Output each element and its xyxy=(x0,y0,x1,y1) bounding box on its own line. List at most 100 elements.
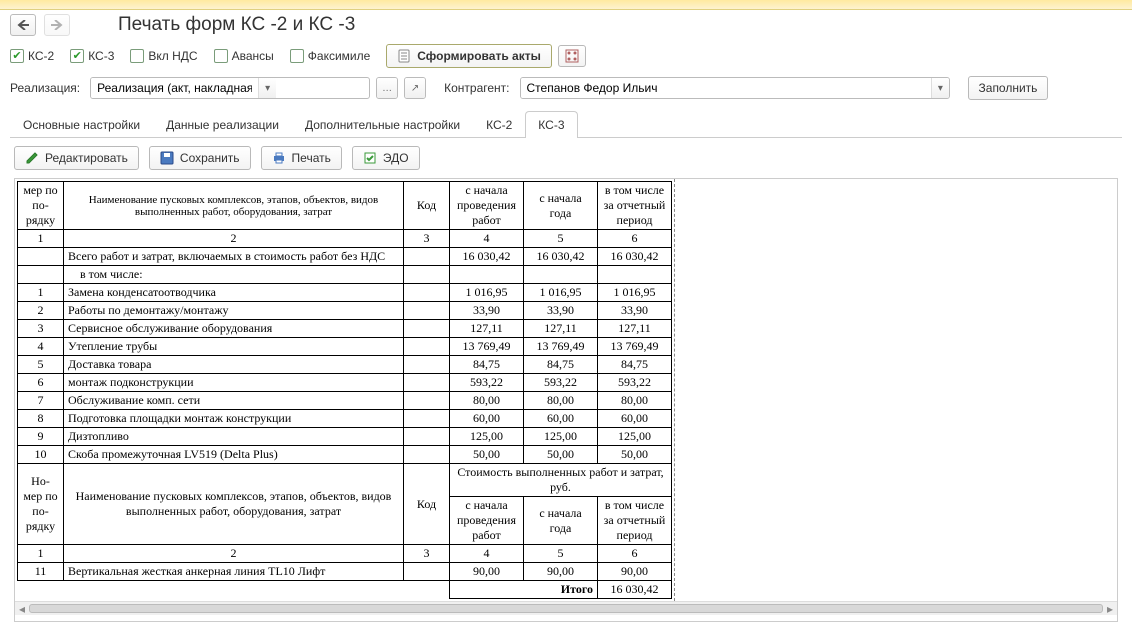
scroll-right-icon[interactable]: ▸ xyxy=(1103,602,1117,615)
counterparty-input[interactable] xyxy=(521,78,932,98)
page-title: Печать форм КС -2 и КС -3 xyxy=(118,14,355,36)
table-cell: 5 xyxy=(18,356,64,374)
table-cell: Стоимость выполненных работ и затрат, ру… xyxy=(450,464,672,497)
table-cell: 2 xyxy=(18,302,64,320)
table-cell: 16 030,42 xyxy=(598,248,672,266)
table-cell: 11 xyxy=(18,563,64,581)
checkbox-ks3[interactable]: КС-3 xyxy=(70,49,114,63)
tab-кс-3[interactable]: КС-3 xyxy=(525,111,577,138)
table-cell: 1 016,95 xyxy=(450,284,524,302)
table-cell: Код xyxy=(404,182,450,230)
table-cell: 90,00 xyxy=(598,563,672,581)
table-cell: с начала года xyxy=(524,497,598,545)
table-cell: 60,00 xyxy=(450,410,524,428)
counterparty-combo[interactable]: ▾ xyxy=(520,77,950,99)
checkbox-label: КС-2 xyxy=(28,49,54,63)
table-cell: 84,75 xyxy=(450,356,524,374)
generate-button[interactable]: Сформировать акты xyxy=(386,44,552,68)
checkbox-label: КС-3 xyxy=(88,49,114,63)
print-button[interactable]: Печать xyxy=(261,146,342,170)
table-cell: с начала проведения работ xyxy=(450,182,524,230)
pencil-icon xyxy=(25,151,39,165)
table-cell: 125,00 xyxy=(450,428,524,446)
edit-button[interactable]: Редактировать xyxy=(14,146,139,170)
edo-button[interactable]: ЭДО xyxy=(352,146,420,170)
table-cell: 16 030,42 xyxy=(598,581,672,599)
table-cell: Работы по демонтажу/монтажу xyxy=(64,302,404,320)
document-area[interactable]: мер попо-рядкуНаименование пусковых комп… xyxy=(14,178,1118,622)
open-icon: ↗ xyxy=(405,78,425,98)
table-cell: 3 xyxy=(18,320,64,338)
table-cell xyxy=(404,338,450,356)
horizontal-scrollbar[interactable]: ◂ ▸ xyxy=(15,601,1117,615)
table-cell: 125,00 xyxy=(524,428,598,446)
save-button[interactable]: Сохранить xyxy=(149,146,251,170)
dropdown-button[interactable]: ▾ xyxy=(258,78,276,98)
table-cell: Сервисное обслуживание оборудования xyxy=(64,320,404,338)
table-cell: 60,00 xyxy=(598,410,672,428)
open-button[interactable]: ↗ xyxy=(404,77,426,99)
button-label: ЭДО xyxy=(383,151,409,165)
table-cell: Замена конденсатоотводчика xyxy=(64,284,404,302)
forward-button[interactable] xyxy=(44,14,70,36)
table-cell: Скоба промежуточная LV519 (Delta Plus) xyxy=(64,446,404,464)
table-cell: Дизтопливо xyxy=(64,428,404,446)
table-cell: Наименование пусковых комплексов, этапов… xyxy=(64,464,404,545)
realization-combo[interactable]: ▾ xyxy=(90,77,370,99)
fill-button[interactable]: Заполнить xyxy=(968,76,1049,100)
table-cell: с начала года xyxy=(524,182,598,230)
table-cell: 1 016,95 xyxy=(598,284,672,302)
button-label: Сохранить xyxy=(180,151,240,165)
table-cell: 125,00 xyxy=(598,428,672,446)
table-cell: 50,00 xyxy=(450,446,524,464)
dropdown-button[interactable]: ▾ xyxy=(931,78,948,98)
button-label: Сформировать акты xyxy=(417,49,541,63)
table-cell: 90,00 xyxy=(450,563,524,581)
table-cell: 127,11 xyxy=(524,320,598,338)
table-cell: 1 xyxy=(18,230,64,248)
table-cell xyxy=(404,563,450,581)
table-cell: 4 xyxy=(450,230,524,248)
tab-кс-2[interactable]: КС-2 xyxy=(473,111,525,138)
selection-row: Реализация: ▾ … ↗ Контрагент: ▾ Заполнит… xyxy=(0,72,1132,104)
table-cell xyxy=(404,284,450,302)
table-cell: 33,90 xyxy=(450,302,524,320)
checkbox-ks2[interactable]: КС-2 xyxy=(10,49,54,63)
extra-button[interactable] xyxy=(558,45,586,67)
tab-данные-реализации[interactable]: Данные реализации xyxy=(153,111,292,138)
document-icon xyxy=(397,49,411,63)
table-cell: 127,11 xyxy=(450,320,524,338)
table-cell: 33,90 xyxy=(524,302,598,320)
button-label: Редактировать xyxy=(45,151,128,165)
table-cell: 127,11 xyxy=(598,320,672,338)
table-cell: 80,00 xyxy=(598,392,672,410)
checkbox-vat[interactable]: Вкл НДС xyxy=(130,49,197,63)
tabs: Основные настройкиДанные реализацииДопол… xyxy=(10,110,1122,138)
table-cell: 1 xyxy=(18,545,64,563)
table-cell: 4 xyxy=(18,338,64,356)
table-cell: 8 xyxy=(18,410,64,428)
checkbox-advances[interactable]: Авансы xyxy=(214,49,274,63)
scroll-left-icon[interactable]: ◂ xyxy=(15,602,29,615)
scroll-thumb[interactable] xyxy=(29,604,1103,613)
back-button[interactable] xyxy=(10,14,36,36)
table-cell: 3 xyxy=(404,545,450,563)
ellipsis-button[interactable]: … xyxy=(376,77,398,99)
realization-input[interactable] xyxy=(91,78,258,98)
tab-дополнительные-настройки[interactable]: Дополнительные настройки xyxy=(292,111,473,138)
table-cell xyxy=(404,302,450,320)
floppy-icon xyxy=(160,151,174,165)
table-cell: 593,22 xyxy=(450,374,524,392)
table-cell: Обслуживание комп. сети xyxy=(64,392,404,410)
table-cell xyxy=(404,410,450,428)
table-cell: Доставка товара xyxy=(64,356,404,374)
button-label: Заполнить xyxy=(979,81,1038,95)
tab-основные-настройки[interactable]: Основные настройки xyxy=(10,111,153,138)
table-cell: 6 xyxy=(18,374,64,392)
check-icon xyxy=(10,49,24,63)
abacus-icon xyxy=(565,49,579,63)
table-cell: с начала проведения работ xyxy=(450,497,524,545)
table-cell xyxy=(404,446,450,464)
table-cell: 13 769,49 xyxy=(524,338,598,356)
checkbox-facsimile[interactable]: Факсимиле xyxy=(290,49,371,63)
